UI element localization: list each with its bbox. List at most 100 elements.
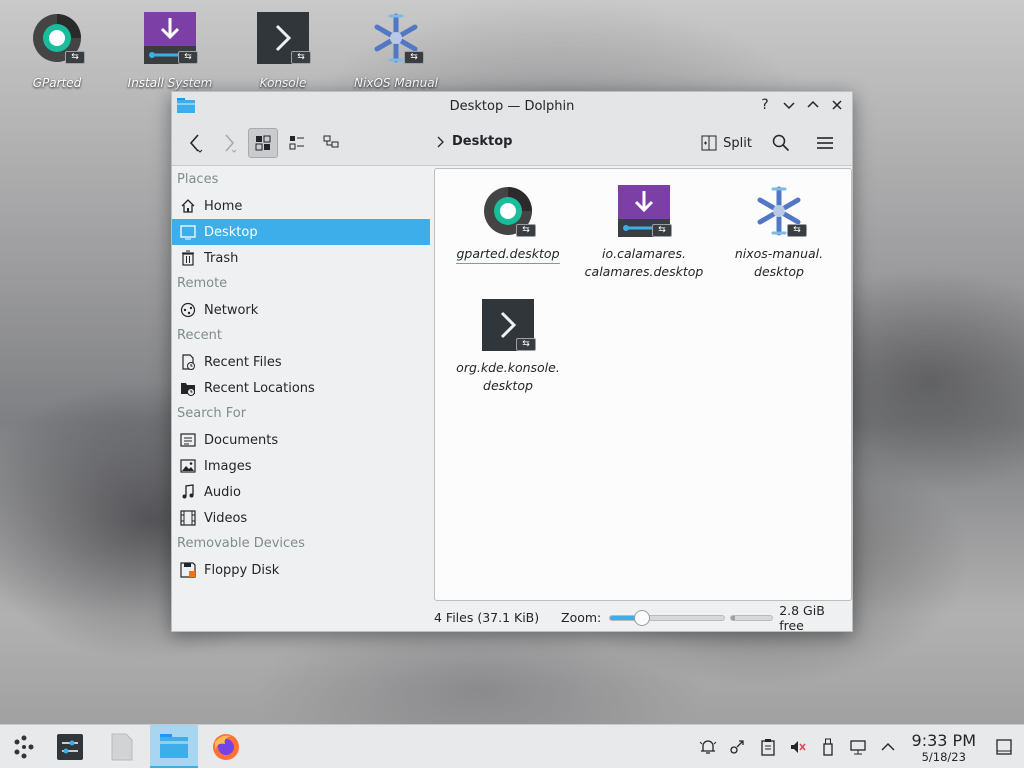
link-badge-icon: ⇆ — [178, 51, 198, 64]
toolbar: Desktop Split — [172, 120, 852, 166]
videos-icon — [180, 510, 196, 526]
recent-files-icon — [180, 354, 196, 370]
link-badge-icon: ⇆ — [652, 224, 672, 237]
clipboard-icon[interactable] — [758, 737, 778, 757]
konsole-icon: ⇆ — [480, 297, 536, 353]
minimize-icon — [783, 102, 795, 110]
close-button[interactable] — [828, 96, 846, 114]
nixos-icon: ⇆ — [751, 183, 807, 239]
forward-button[interactable] — [214, 128, 244, 158]
sidebar-item-home[interactable]: Home — [172, 193, 430, 219]
task-dolphin[interactable] — [150, 725, 198, 768]
minimize-button[interactable] — [780, 96, 798, 114]
zoom-label: Zoom: — [561, 610, 602, 625]
task-firefox[interactable] — [202, 725, 250, 768]
notifications-icon[interactable] — [698, 737, 718, 757]
desktop-icon-gparted[interactable]: ⇆ GParted — [12, 10, 102, 90]
places-sidebar: Places Home Desktop Trash Remote Network… — [172, 167, 434, 597]
capacity-bar-fill — [731, 615, 736, 620]
installer-icon: ⇆ — [616, 183, 672, 239]
floppy-icon — [180, 562, 196, 578]
sidebar-item-label: Documents — [204, 432, 279, 448]
link-badge-icon: ⇆ — [404, 51, 424, 64]
document-icon — [111, 733, 133, 761]
help-button[interactable]: ? — [756, 96, 774, 114]
zoom-slider-handle[interactable] — [634, 609, 651, 626]
window-titlebar[interactable]: Desktop — Dolphin ? — [172, 92, 852, 120]
file-item-calamares[interactable]: ⇆ io.calamares. calamares.desktop — [579, 183, 709, 281]
sidebar-item-documents[interactable]: Documents — [172, 427, 430, 453]
desktop-icon-konsole[interactable]: ⇆ Konsole — [238, 10, 328, 90]
sidebar-item-videos[interactable]: Videos — [172, 505, 430, 531]
breadcrumb[interactable]: Desktop — [436, 134, 512, 149]
section-header-places: Places — [177, 172, 219, 187]
free-space-indicator[interactable]: 2.8 GiB free — [730, 603, 852, 633]
folder-icon — [160, 733, 188, 758]
sidebar-item-recent-files[interactable]: Recent Files — [172, 349, 430, 375]
icons-view-button[interactable] — [248, 127, 278, 158]
compact-view-button[interactable] — [282, 128, 312, 158]
sidebar-item-images[interactable]: Images — [172, 453, 430, 479]
breadcrumb-current[interactable]: Desktop — [452, 134, 512, 149]
digital-clock[interactable]: 9:33 PM 5/18/23 — [912, 731, 976, 764]
capacity-bar — [730, 614, 774, 621]
application-launcher-button[interactable] — [0, 725, 48, 768]
nix-launcher-icon — [14, 735, 34, 759]
section-header-removable: Removable Devices — [177, 536, 305, 551]
file-item-konsole[interactable]: ⇆ org.kde.konsole. desktop — [443, 297, 573, 395]
file-name: gparted.desktop — [456, 245, 560, 264]
gparted-icon: ⇆ — [480, 183, 536, 239]
sidebar-item-trash[interactable]: Trash — [172, 245, 430, 271]
split-label: Split — [723, 135, 752, 151]
back-button[interactable] — [180, 128, 210, 158]
file-item-gparted[interactable]: ⇆ gparted.desktop — [443, 183, 573, 264]
sidebar-item-recent-locations[interactable]: Recent Locations — [172, 375, 430, 401]
icons-view-icon — [255, 135, 271, 150]
file-name: io.calamares. calamares.desktop — [584, 246, 704, 279]
sidebar-item-floppy-disk[interactable]: Floppy Disk — [172, 557, 430, 583]
kde-connect-icon[interactable] — [728, 737, 748, 757]
maximize-button[interactable] — [804, 96, 822, 114]
search-button[interactable] — [766, 128, 796, 158]
desktop-icon-nixos-manual[interactable]: ⇆ NixOS Manual — [351, 10, 441, 90]
sidebar-item-label: Videos — [204, 510, 248, 526]
details-view-icon — [323, 135, 339, 147]
compact-view-icon — [289, 135, 304, 149]
file-count: 4 Files (37.1 KiB) — [434, 610, 540, 625]
chevron-right-icon — [437, 136, 444, 147]
show-desktop-icon[interactable] — [994, 737, 1014, 757]
back-arrow-icon — [189, 133, 203, 153]
task-text-editor[interactable] — [98, 725, 146, 768]
trash-icon — [180, 250, 196, 266]
file-name: nixos-manual. desktop — [734, 246, 824, 279]
sidebar-item-label: Home — [204, 198, 243, 214]
search-icon — [772, 134, 790, 152]
sidebar-item-audio[interactable]: Audio — [172, 479, 430, 505]
sidebar-item-network[interactable]: Network — [172, 297, 430, 323]
zoom-slider[interactable] — [609, 609, 726, 626]
desktop-icon-label: Konsole — [259, 76, 307, 90]
file-name: org.kde.konsole. desktop — [456, 360, 560, 393]
system-tray: 9:33 PM 5/18/23 — [698, 725, 1014, 768]
details-view-button[interactable] — [316, 128, 346, 158]
split-button[interactable]: Split — [697, 128, 756, 158]
maximize-icon — [807, 100, 819, 108]
installer-icon: ⇆ — [142, 10, 198, 66]
sidebar-item-desktop[interactable]: Desktop — [172, 219, 430, 245]
menu-button[interactable] — [810, 128, 840, 158]
file-view[interactable]: ⇆ gparted.desktop ⇆ io.calamares. calamar… — [434, 168, 852, 601]
removable-device-icon[interactable] — [818, 737, 838, 757]
audio-icon — [180, 484, 196, 500]
desktop-icon-label: NixOS Manual — [354, 76, 438, 90]
sidebar-item-label: Network — [204, 302, 259, 318]
tray-expand-chevron-icon[interactable] — [878, 737, 898, 757]
link-badge-icon: ⇆ — [787, 224, 807, 237]
task-system-settings[interactable] — [46, 725, 94, 768]
recent-locations-icon — [180, 380, 196, 396]
desktop-icon-install-system[interactable]: ⇆ Install System — [125, 10, 215, 90]
section-header-remote: Remote — [177, 276, 228, 291]
network-wired-icon[interactable] — [848, 737, 868, 757]
file-item-nixos-manual[interactable]: ⇆ nixos-manual. desktop — [714, 183, 844, 281]
volume-muted-icon[interactable] — [788, 737, 808, 757]
dolphin-window: Desktop — Dolphin ? Desktop Split Places… — [171, 91, 853, 633]
